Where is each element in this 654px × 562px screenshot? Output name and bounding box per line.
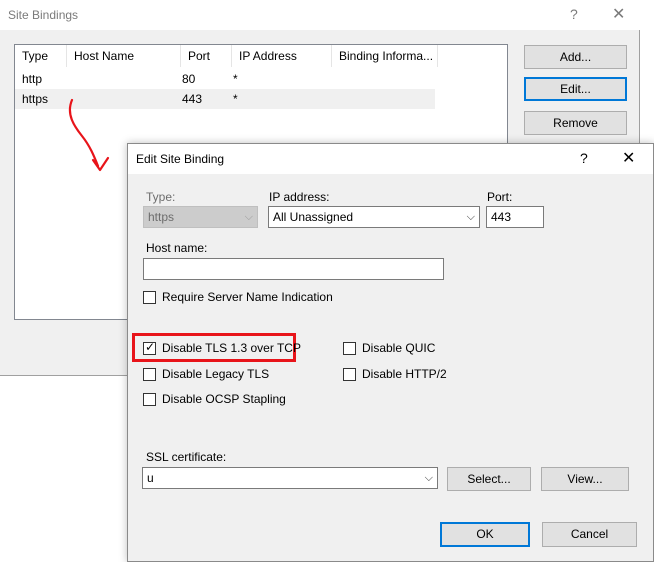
checkbox-box (143, 291, 156, 304)
dialog-title: Edit Site Binding (136, 152, 225, 166)
close-button[interactable]: ✕ (612, 4, 625, 24)
ssl-certificate-dropdown[interactable]: u ⌵ (142, 467, 438, 489)
checkbox-box (343, 368, 356, 381)
ip-address-value: All Unassigned (273, 210, 354, 224)
row-info (332, 89, 339, 109)
column-header-host-name[interactable]: Host Name (67, 45, 181, 67)
table-row[interactable]: http 80 * (15, 69, 435, 89)
chevron-down-icon: ⌵ (466, 211, 475, 223)
checkbox-box (143, 393, 156, 406)
column-header-ip-address[interactable]: IP Address (232, 45, 332, 67)
checkbox-label: Disable HTTP/2 (362, 367, 447, 381)
ssl-certificate-label: SSL certificate: (146, 450, 227, 464)
row-ip: * (233, 72, 238, 86)
cancel-button[interactable]: Cancel (542, 522, 637, 547)
ssl-certificate-value: u (147, 471, 154, 485)
help-button[interactable]: ? (570, 6, 578, 22)
port-label: Port: (487, 190, 513, 204)
row-type: http (22, 72, 43, 86)
list-header: Type Host Name Port IP Address Binding I… (15, 45, 507, 67)
column-header-binding-info[interactable]: Binding Informa... (332, 45, 438, 67)
row-port: 80 (182, 72, 196, 86)
row-port: 443 (182, 92, 203, 106)
checkbox-box: ✓ (143, 340, 156, 355)
column-header-port[interactable]: Port (181, 45, 232, 67)
dialog-help-button[interactable]: ? (580, 150, 588, 166)
disable-http2-checkbox[interactable]: Disable HTTP/2 (343, 367, 453, 383)
row-host (67, 69, 74, 89)
row-info (332, 69, 339, 89)
checkbox-label: Disable QUIC (362, 341, 436, 355)
edit-button[interactable]: Edit... (524, 77, 627, 101)
checkbox-label: Disable OCSP Stapling (162, 392, 286, 406)
ok-button[interactable]: OK (440, 522, 530, 547)
ip-address-dropdown[interactable]: All Unassigned ⌵ (268, 206, 480, 228)
annotation-arrow-icon (68, 98, 110, 172)
column-header-type[interactable]: Type (15, 45, 67, 67)
checkbox-label: Require Server Name Indication (162, 290, 333, 304)
dialog-title-bar: Edit Site Binding ? ✕ (128, 144, 653, 174)
view-certificate-button[interactable]: View... (541, 467, 629, 491)
type-value: https (148, 210, 175, 224)
row-type: https (22, 92, 49, 106)
window-title: Site Bindings (8, 8, 79, 22)
chevron-down-icon: ⌵ (244, 211, 253, 223)
disable-legacy-tls-checkbox[interactable]: Disable Legacy TLS (143, 367, 291, 383)
title-bar: Site Bindings ? ✕ (0, 0, 640, 30)
require-sni-checkbox[interactable]: Require Server Name Indication (143, 290, 343, 306)
remove-button[interactable]: Remove (524, 111, 627, 135)
host-name-field[interactable] (143, 258, 444, 280)
select-certificate-button[interactable]: Select... (447, 467, 531, 491)
row-ip: * (233, 92, 238, 106)
check-icon: ✓ (145, 340, 156, 354)
dialog-close-button[interactable]: ✕ (622, 148, 635, 168)
disable-ocsp-stapling-checkbox[interactable]: Disable OCSP Stapling (143, 392, 291, 408)
type-label: Type: (146, 190, 176, 204)
port-field[interactable]: 443 (486, 206, 544, 228)
host-name-label: Host name: (146, 241, 208, 255)
add-button[interactable]: Add... (524, 45, 627, 69)
chevron-down-icon: ⌵ (424, 472, 433, 484)
disable-quic-checkbox[interactable]: Disable QUIC (343, 341, 453, 357)
ip-address-label: IP address: (269, 190, 330, 204)
checkbox-box (143, 368, 156, 381)
checkbox-label: Disable Legacy TLS (162, 367, 270, 381)
disable-tls13-checkbox[interactable]: ✓ Disable TLS 1.3 over TCP (143, 340, 301, 357)
type-dropdown[interactable]: https ⌵ (143, 206, 258, 228)
checkbox-box (343, 342, 356, 355)
checkbox-label: Disable TLS 1.3 over TCP (162, 341, 301, 355)
